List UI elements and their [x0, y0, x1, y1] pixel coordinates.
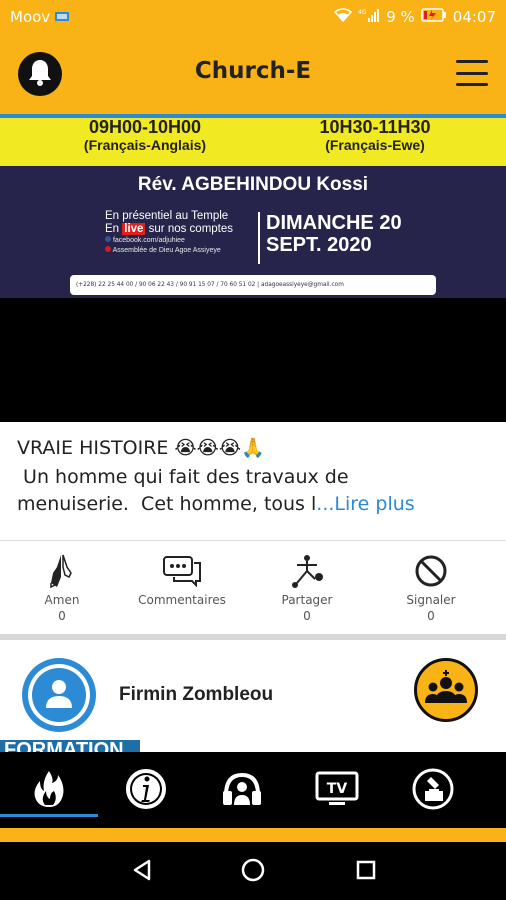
- group-add-icon: [423, 670, 469, 710]
- recents-square-icon: [355, 859, 377, 885]
- nav-audio[interactable]: [212, 766, 272, 816]
- schedule-2-time: 10H30-11H30: [319, 117, 431, 137]
- comments-label: Commentaires: [138, 593, 226, 607]
- app-title: Church-E: [194, 58, 312, 84]
- report-icon: [381, 551, 481, 591]
- home-button[interactable]: [239, 858, 267, 886]
- amen-button[interactable]: Amen 0: [12, 551, 112, 623]
- nav-tv[interactable]: TV: [307, 766, 367, 816]
- headphones-icon: [220, 769, 264, 813]
- banner-divider: [258, 212, 260, 264]
- carrier-name: Moov: [10, 8, 51, 26]
- status-bar: Moov 4G 9 % 04:07: [0, 0, 506, 34]
- youtube-link: Assemblée de Dieu Agoe Assiyeye: [105, 246, 255, 256]
- reverend-name: Rév. AGBEHINDOU Kossi: [137, 174, 369, 195]
- contact-bar: (+228) 22 25 44 00 / 90 06 22 43 / 90 91…: [70, 275, 436, 295]
- report-count: 0: [427, 609, 435, 623]
- battery-level: 9 %: [386, 8, 415, 26]
- back-button[interactable]: [128, 858, 156, 886]
- nav-home[interactable]: [19, 766, 79, 816]
- facebook-link: facebook.com/adjuhiee: [105, 236, 255, 246]
- praying-hands-icon: [12, 551, 112, 591]
- hamburger-line: [456, 60, 488, 63]
- tv-icon: TV: [314, 769, 360, 813]
- share-icon: [257, 551, 357, 591]
- svg-text:4G: 4G: [358, 9, 367, 16]
- youtube-icon: [105, 246, 111, 252]
- presence-line-1: En présentiel au Temple: [105, 210, 229, 222]
- author-row: Firmin Zombleou: [0, 640, 506, 752]
- schedule-1: 09H00-10H00 (Français-Anglais): [60, 118, 230, 154]
- presence-info: En présentiel au Temple En live sur nos …: [105, 210, 255, 256]
- bottom-navigation: TV: [0, 752, 506, 830]
- presence-line-2: En live sur nos comptes: [105, 223, 234, 235]
- contact-text: (+228) 22 25 44 00 / 90 06 22 43 / 90 91…: [76, 282, 344, 288]
- svg-text:TV: TV: [327, 781, 348, 797]
- event-date: DIMANCHE 20 SEPT. 2020: [266, 212, 402, 256]
- join-group-button[interactable]: [414, 658, 478, 722]
- live-badge: live: [122, 223, 146, 235]
- comments-icon: [132, 551, 232, 591]
- schedule-1-lang: (Français-Anglais): [83, 137, 207, 153]
- clock: 04:07: [452, 8, 496, 26]
- read-more-link[interactable]: ...Lire plus: [316, 493, 414, 515]
- schedule-1-time: 09H00-10H00: [88, 117, 202, 137]
- wifi-icon: [334, 8, 353, 26]
- active-tab-indicator: [0, 814, 98, 817]
- report-button[interactable]: Signaler 0: [381, 551, 481, 623]
- share-button[interactable]: Partager 0: [257, 551, 357, 623]
- home-circle-icon: [240, 857, 266, 887]
- share-label: Partager: [281, 593, 333, 607]
- amen-count: 0: [58, 609, 66, 623]
- schedule-2: 10H30-11H30 (Français-Ewe): [290, 118, 460, 154]
- hamburger-line: [456, 71, 488, 75]
- post-title: VRAIE HISTOIRE 😭😭😭🙏: [17, 437, 265, 459]
- schedule-2-lang: (Français-Ewe): [325, 137, 425, 153]
- report-label: Signaler: [406, 593, 456, 607]
- donation-icon: [411, 767, 455, 815]
- app-bar: Church-E: [0, 34, 506, 114]
- avatar[interactable]: [22, 658, 96, 732]
- amen-label: Amen: [44, 593, 80, 607]
- menu-button[interactable]: [456, 60, 488, 86]
- post-actions: Amen 0 Commentaires Partager 0 Signaler …: [0, 540, 506, 635]
- signal-icon: 4G: [358, 8, 380, 26]
- post-excerpt: Un homme qui fait des travaux de menuise…: [17, 466, 415, 515]
- media-area: [0, 298, 506, 422]
- facebook-icon: [105, 236, 111, 242]
- flame-icon: [32, 769, 66, 813]
- nav-donation[interactable]: [403, 766, 463, 816]
- comments-button[interactable]: Commentaires: [132, 551, 232, 609]
- share-count: 0: [303, 609, 311, 623]
- carrier-logo-icon: [54, 8, 70, 26]
- nav-info[interactable]: [116, 766, 176, 816]
- bottom-accent-bar: [0, 828, 506, 842]
- author-name[interactable]: Firmin Zombleou: [119, 684, 273, 706]
- back-icon: [131, 858, 153, 886]
- event-banner[interactable]: 09H00-10H00 (Français-Anglais) 10H30-11H…: [0, 114, 506, 298]
- hamburger-line: [456, 83, 488, 86]
- event-date-line-2: SEPT. 2020: [266, 234, 372, 256]
- user-avatar-icon: [42, 676, 76, 714]
- info-icon: [124, 767, 168, 815]
- recents-button[interactable]: [352, 858, 380, 886]
- battery-icon: [421, 8, 447, 26]
- system-navigation: [0, 842, 506, 900]
- event-date-line-1: DIMANCHE 20: [266, 212, 402, 234]
- post-card[interactable]: VRAIE HISTOIRE 😭😭😭🙏 Un homme qui fait de…: [0, 422, 506, 540]
